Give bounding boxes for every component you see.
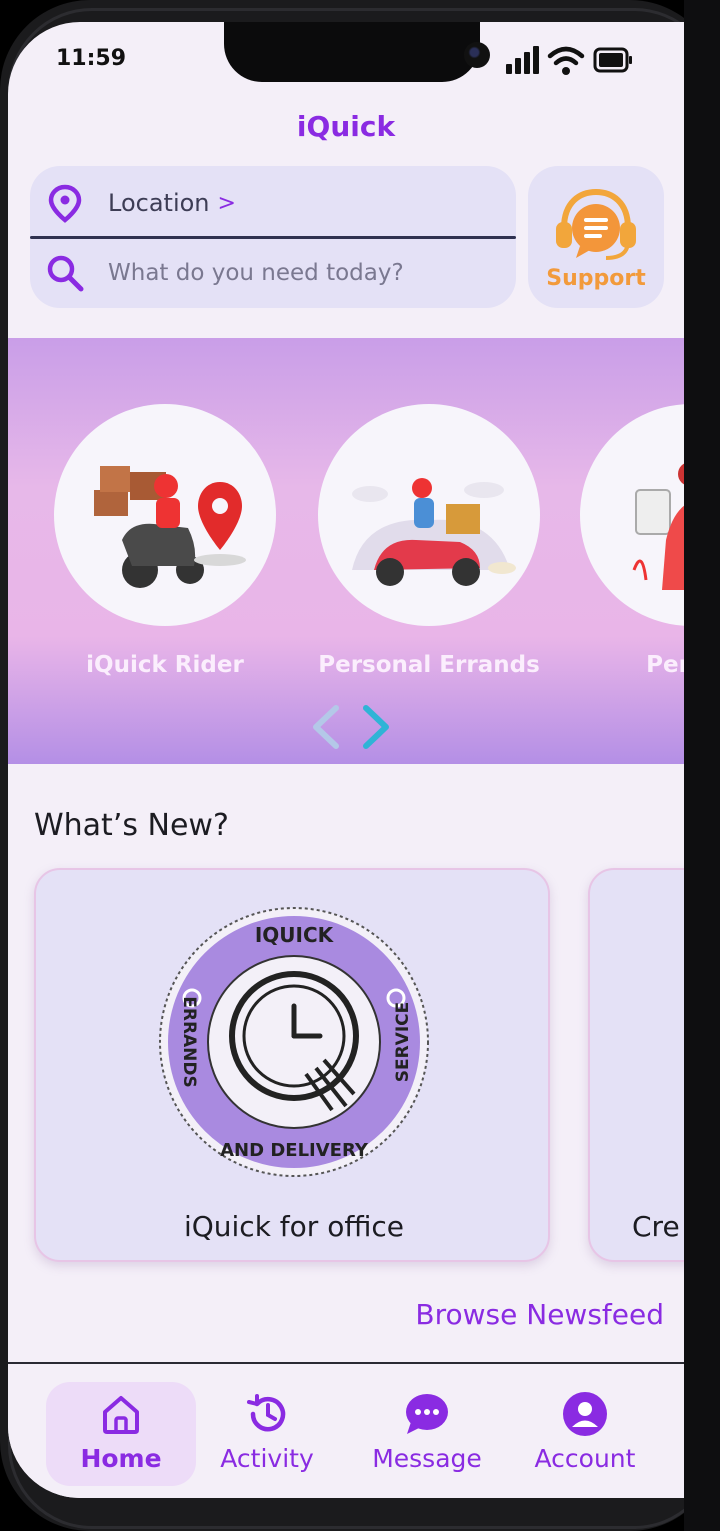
carousel-prev-button[interactable] bbox=[308, 704, 344, 750]
app-screen: 11:59 iQuick Location > What do you need… bbox=[8, 22, 684, 1498]
chat-icon bbox=[406, 1394, 448, 1434]
service-item-iquick-rider[interactable]: iQuick Rider bbox=[54, 404, 276, 678]
carousel-next-button[interactable] bbox=[358, 704, 394, 750]
search-card: Location > bbox=[30, 166, 516, 308]
nav-message-label: Message bbox=[372, 1444, 482, 1473]
nav-home-label: Home bbox=[80, 1444, 162, 1473]
home-icon bbox=[103, 1396, 139, 1434]
rider-illustration bbox=[54, 404, 276, 626]
service-label: Personal Errands bbox=[318, 652, 540, 678]
location-label: Location bbox=[108, 189, 210, 217]
location-chevron: > bbox=[217, 190, 236, 216]
camera-lens bbox=[464, 42, 490, 68]
badge-text-top: IQUICK bbox=[255, 923, 335, 947]
wifi-icon bbox=[547, 46, 585, 75]
nav-activity-label: Activity bbox=[220, 1444, 314, 1473]
history-icon bbox=[247, 1394, 286, 1432]
service-label: iQuick Rider bbox=[86, 652, 244, 678]
news-card-partial[interactable]: Cre bbox=[588, 868, 684, 1262]
nav-message[interactable]: Message bbox=[352, 1382, 502, 1486]
notch bbox=[224, 22, 490, 82]
badge-text-right: SERVICE bbox=[393, 1002, 413, 1083]
search-input[interactable] bbox=[108, 260, 488, 286]
service-item-personal[interactable]: Person bbox=[580, 404, 684, 678]
iquick-badge-logo: IQUICK ERRANDS AND DELIVERY SERVICE bbox=[159, 907, 429, 1177]
headset-support-icon bbox=[556, 188, 636, 260]
location-selector[interactable]: Location > bbox=[44, 182, 236, 224]
browse-newsfeed-link[interactable]: Browse Newsfeed bbox=[415, 1298, 664, 1331]
nav-home[interactable]: Home bbox=[46, 1382, 196, 1486]
nav-account-label: Account bbox=[534, 1444, 636, 1473]
app-title: iQuick bbox=[296, 110, 396, 143]
service-item-personal-errands[interactable]: Personal Errands bbox=[318, 404, 540, 678]
account-icon bbox=[563, 1392, 607, 1436]
whats-new-title: What’s New? bbox=[34, 808, 229, 843]
status-time: 11:59 bbox=[56, 46, 127, 71]
nav-account[interactable]: Account bbox=[510, 1382, 660, 1486]
bottom-nav: Home Activity Message Account bbox=[8, 1364, 684, 1498]
news-card-iquick-office[interactable]: IQUICK ERRANDS AND DELIVERY SERVICE iQui… bbox=[34, 868, 550, 1262]
services-carousel: iQuick Rider Personal Errands Pe bbox=[8, 338, 684, 764]
courier-illustration bbox=[580, 404, 684, 626]
signal-icon bbox=[506, 46, 539, 74]
support-label: Support bbox=[546, 266, 646, 291]
location-pin-icon bbox=[44, 182, 86, 224]
badge-text-left: ERRANDS bbox=[179, 996, 199, 1088]
support-button[interactable]: Support bbox=[528, 166, 664, 308]
search-row bbox=[44, 252, 488, 294]
news-card-label: iQuick for office bbox=[183, 1210, 405, 1243]
status-icons bbox=[506, 46, 632, 75]
nav-activity[interactable]: Activity bbox=[192, 1382, 342, 1486]
battery-icon bbox=[593, 47, 632, 73]
scooter-illustration bbox=[318, 404, 540, 626]
search-divider bbox=[30, 236, 516, 239]
badge-text-bottom: AND DELIVERY bbox=[220, 1140, 369, 1161]
search-icon[interactable] bbox=[44, 252, 86, 294]
phone-side bbox=[684, 0, 720, 1531]
service-label: Person bbox=[646, 652, 684, 678]
news-card-label: Cre bbox=[632, 1210, 680, 1243]
